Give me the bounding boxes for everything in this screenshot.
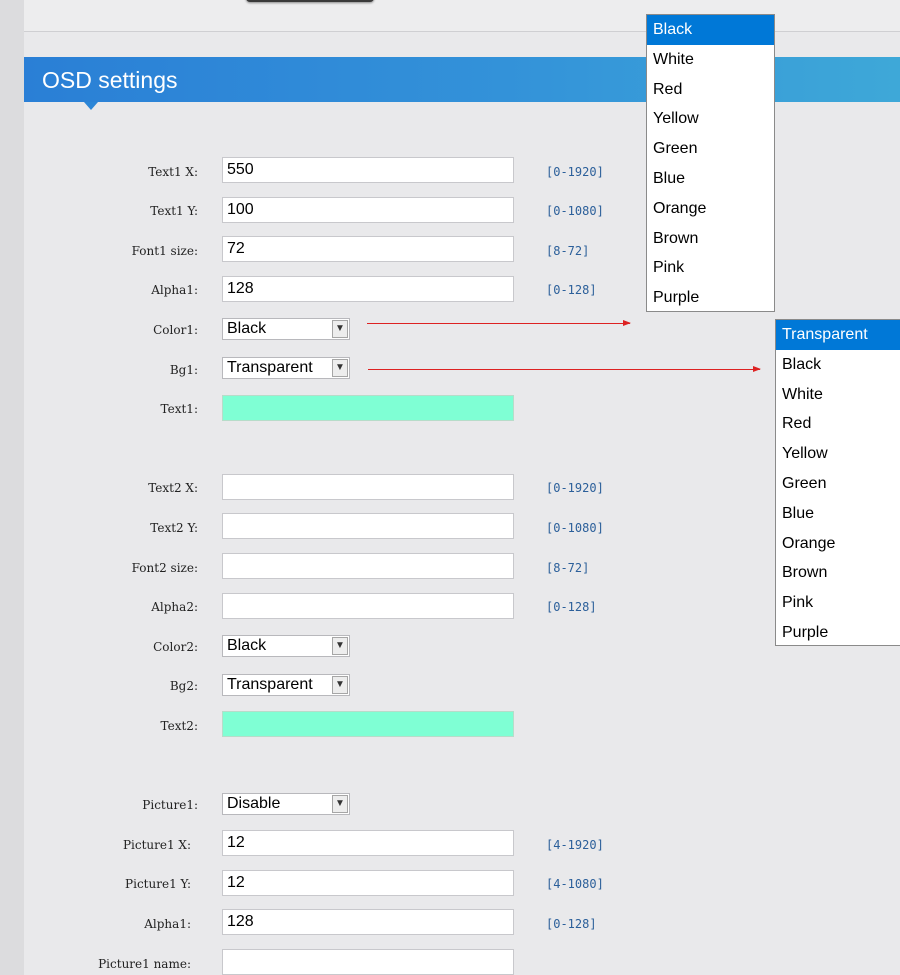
color-option-pink[interactable]: Pink [647,253,774,283]
left-margin [0,0,24,975]
chevron-down-icon[interactable]: ▼ [332,359,348,377]
color-option-orange[interactable]: Orange [647,194,774,224]
alpha1-label: Alpha1: [151,283,198,297]
text1-label: Text1: [160,402,198,416]
color2-select[interactable]: Black ▼ [222,635,350,657]
color-option-purple[interactable]: Purple [647,283,774,313]
color2-select-value: Black [227,637,267,654]
alpha1-input[interactable]: 128 [222,276,514,302]
bg-option-orange[interactable]: Orange [776,529,900,559]
bg1-label: Bg1: [169,363,198,377]
text2-x-range: [0-1920] [546,481,604,495]
bg2-select[interactable]: Transparent ▼ [222,674,350,696]
picture1-alpha-range: [0-128] [546,917,597,931]
text2-label: Text2: [160,719,198,733]
chevron-down-icon[interactable]: ▼ [332,637,348,655]
picture1-select-value: Disable [227,795,281,812]
color-option-white[interactable]: White [647,45,774,75]
color-option-brown[interactable]: Brown [647,224,774,254]
color-option-green[interactable]: Green [647,134,774,164]
text1-y-input[interactable]: 100 [222,197,514,223]
chevron-down-icon[interactable]: ▼ [332,676,348,694]
font1-size-input[interactable]: 72 [222,236,514,262]
picture1-label: Picture1: [142,798,198,812]
color-dropdown-list: Black White Red Yellow Green Blue Orange… [646,14,775,312]
picture1-x-label: Picture1 X: [122,838,191,852]
picture1-name-input[interactable] [222,949,514,975]
header-notch-icon [84,102,98,110]
text1-input[interactable] [222,395,514,421]
color-option-yellow[interactable]: Yellow [647,104,774,134]
bg-option-red[interactable]: Red [776,409,900,439]
picture1-y-label: Picture1 Y: [125,877,191,891]
color1-label: Color1: [153,323,198,337]
bg1-select-value: Transparent [227,359,313,376]
chevron-down-icon[interactable]: ▼ [332,795,348,813]
alpha2-label: Alpha2: [151,600,198,614]
bg-option-brown[interactable]: Brown [776,558,900,588]
bg-option-white[interactable]: White [776,380,900,410]
previous-panel-button[interactable] [246,0,374,2]
alpha2-range: [0-128] [546,600,597,614]
font2-size-input[interactable] [222,553,514,579]
bg-option-green[interactable]: Green [776,469,900,499]
bg2-label: Bg2: [169,679,198,693]
text1-x-label: Text1 X: [148,165,198,179]
picture1-y-range: [4-1080] [546,877,604,891]
text2-x-label: Text2 X: [148,481,198,495]
bg-option-black[interactable]: Black [776,350,900,380]
picture1-x-input[interactable]: 12 [222,830,514,856]
bg-option-transparent[interactable]: Transparent [776,320,900,350]
arrow-head-icon [753,366,761,372]
picture1-x-range: [4-1920] [546,838,604,852]
bg-option-purple[interactable]: Purple [776,618,900,648]
text2-y-range: [0-1080] [546,521,604,535]
arrow-head-icon [623,320,631,326]
font2-size-range: [8-72] [546,561,590,575]
bg-dropdown-list: Transparent Black White Red Yellow Green… [775,319,900,646]
color-option-black[interactable]: Black [647,15,774,45]
color1-select[interactable]: Black ▼ [222,318,350,340]
alpha1-range: [0-128] [546,283,597,297]
picture1-select[interactable]: Disable ▼ [222,793,350,815]
alpha2-input[interactable] [222,593,514,619]
text1-y-range: [0-1080] [546,204,604,218]
text1-x-range: [0-1920] [546,165,604,179]
color-option-blue[interactable]: Blue [647,164,774,194]
chevron-down-icon[interactable]: ▼ [332,320,348,338]
picture1-alpha-label: Alpha1: [144,917,191,931]
font2-size-label: Font2 size: [131,561,198,575]
picture1-y-input[interactable]: 12 [222,870,514,896]
text2-input[interactable] [222,711,514,737]
section-title: OSD settings [42,67,178,93]
bg-option-yellow[interactable]: Yellow [776,439,900,469]
font1-size-label: Font1 size: [131,244,198,258]
color1-select-value: Black [227,320,267,337]
picture1-name-label: Picture1 name: [98,957,191,971]
text2-x-input[interactable] [222,474,514,500]
bg-option-pink[interactable]: Pink [776,588,900,618]
color2-label: Color2: [153,640,198,654]
text2-y-input[interactable] [222,513,514,539]
bg2-select-value: Transparent [227,676,313,693]
text1-x-input[interactable]: 550 [222,157,514,183]
color-option-red[interactable]: Red [647,75,774,105]
text2-y-label: Text2 Y: [150,521,198,535]
font1-size-range: [8-72] [546,244,590,258]
annotation-arrow-bg1 [368,366,761,372]
bg-option-blue[interactable]: Blue [776,499,900,529]
annotation-arrow-color1 [367,320,631,326]
bg1-select[interactable]: Transparent ▼ [222,357,350,379]
text1-y-label: Text1 Y: [150,204,198,218]
picture1-alpha-input[interactable]: 128 [222,909,514,935]
